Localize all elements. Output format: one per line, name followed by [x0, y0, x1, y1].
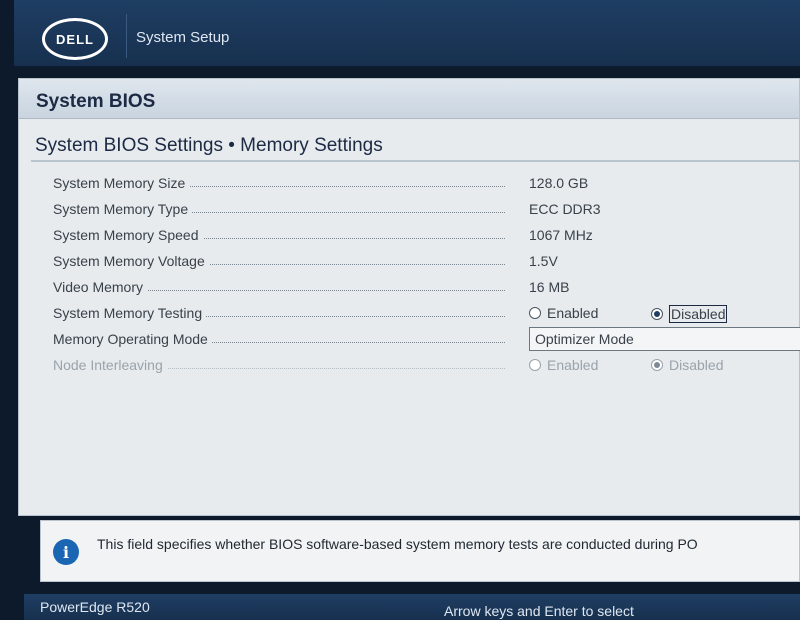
setting-value: 1.5V — [529, 253, 558, 269]
help-text: This field specifies whether BIOS softwa… — [97, 536, 698, 552]
setting-row-memory-type: System Memory Type ECC DDR3 — [53, 201, 800, 225]
memory-testing-enabled-radio[interactable]: Enabled — [529, 305, 598, 321]
top-banner: DELL System Setup — [14, 0, 800, 68]
app-title: System Setup — [136, 29, 230, 46]
setting-row-memory-testing: System Memory Testing Enabled Disabled — [53, 305, 800, 329]
setting-row-video-memory: Video Memory 16 MB — [53, 279, 800, 303]
setting-value: 16 MB — [529, 279, 570, 295]
radio-label: Enabled — [547, 305, 599, 321]
radio-checked-icon — [651, 359, 663, 371]
setting-value: 1067 MHz — [529, 227, 593, 243]
main-panel: System BIOS System BIOS Settings • Memor… — [18, 78, 800, 516]
setting-value: ECC DDR3 — [529, 201, 601, 217]
setting-value: 128.0 GB — [529, 175, 589, 191]
header-divider — [126, 14, 127, 58]
setting-label: Memory Operating Mode — [53, 331, 212, 347]
page-title: System BIOS Settings • Memory Settings — [35, 135, 383, 156]
setting-label: System Memory Size — [53, 175, 190, 191]
help-panel: i This field specifies whether BIOS soft… — [40, 520, 800, 582]
setting-label: System Memory Testing — [53, 305, 207, 321]
section-title: System BIOS — [36, 91, 156, 112]
setting-label: System Memory Type — [53, 201, 193, 217]
setting-label: System Memory Voltage — [53, 253, 209, 269]
operating-mode-select[interactable]: Optimizer Mode — [529, 327, 800, 351]
radio-label: Disabled — [669, 357, 724, 373]
radio-unchecked-icon — [529, 359, 541, 371]
logo-text: DELL — [56, 31, 94, 47]
setting-label: Node Interleaving — [53, 357, 167, 373]
radio-checked-icon — [651, 308, 663, 320]
setting-row-memory-voltage: System Memory Voltage 1.5V — [53, 253, 800, 277]
node-interleaving-disabled-radio: Disabled — [651, 357, 723, 373]
dell-logo: DELL — [42, 18, 108, 60]
section-header: System BIOS — [19, 79, 799, 119]
radio-unchecked-icon — [529, 307, 541, 319]
title-divider — [31, 160, 800, 162]
info-icon: i — [53, 539, 79, 565]
memory-testing-disabled-radio[interactable]: Disabled — [651, 305, 728, 323]
setting-row-node-interleaving: Node Interleaving Enabled Disabled — [53, 357, 800, 381]
navigation-hint: Arrow keys and Enter to select — [444, 603, 634, 619]
radio-label: Enabled — [547, 357, 599, 373]
system-model: PowerEdge R520 — [40, 599, 150, 615]
setting-label: System Memory Speed — [53, 227, 203, 243]
setting-row-memory-size: System Memory Size 128.0 GB — [53, 175, 800, 199]
setting-row-operating-mode: Memory Operating Mode Optimizer Mode — [53, 327, 800, 355]
footer-bar: PowerEdge R520 Arrow keys and Enter to s… — [24, 594, 800, 620]
setting-row-memory-speed: System Memory Speed 1067 MHz — [53, 227, 800, 251]
setting-label: Video Memory — [53, 279, 148, 295]
node-interleaving-enabled-radio: Enabled — [529, 357, 598, 373]
radio-label: Disabled — [669, 305, 728, 323]
